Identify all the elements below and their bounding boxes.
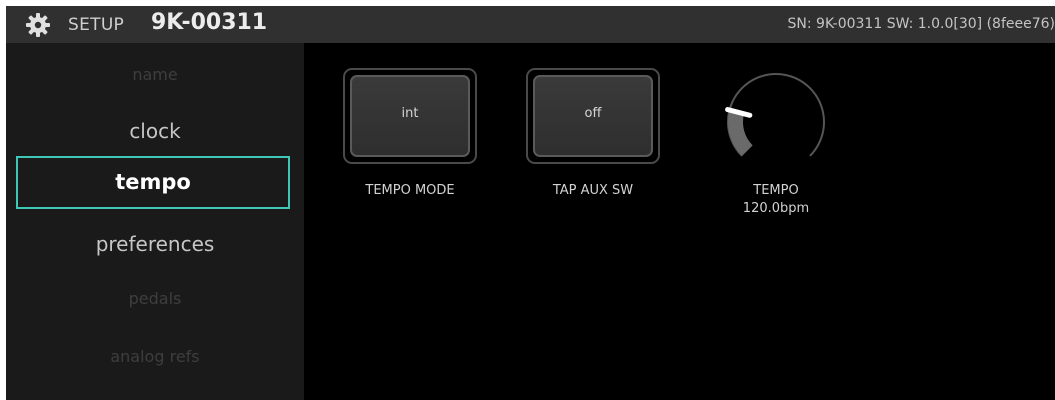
tap-aux-sw-value: off [533,75,653,157]
gear-icon [26,13,50,37]
tempo-label: TEMPO [753,183,799,198]
main-panel: int TEMPO MODE off TAP AUX SW TEMPO 120.… [304,43,1055,400]
sidebar-item-analog-refs[interactable]: analog refs [6,347,304,366]
sidebar-item-tempo[interactable]: tempo [16,156,290,209]
top-bar: SETUP 9K-00311 SN: 9K-00311 SW: 1.0.0[30… [6,6,1055,43]
section-label: SETUP [68,15,125,35]
screen: SETUP 9K-00311 SN: 9K-00311 SW: 1.0.0[30… [6,6,1055,400]
sidebar-item-name[interactable]: name [6,65,304,84]
sidebar: name clock tempo preferences pedals anal… [6,43,304,400]
serial-info: SN: 9K-00311 SW: 1.0.0[30] (8feee76) [787,16,1055,32]
device-id: 9K-00311 [151,10,268,35]
tempo-mode-value: int [350,75,470,157]
sidebar-item-preferences[interactable]: preferences [6,232,304,256]
tap-aux-sw-label: TAP AUX SW [552,183,634,198]
sidebar-item-clock[interactable]: clock [6,119,304,143]
tap-aux-sw-button[interactable]: off [526,68,660,164]
tempo-mode-label: TEMPO MODE [365,183,455,198]
tempo-knob[interactable] [724,70,828,174]
tempo-value: 120.0bpm [742,201,810,216]
sidebar-item-pedals[interactable]: pedals [6,289,304,308]
tempo-mode-button[interactable]: int [343,68,477,164]
